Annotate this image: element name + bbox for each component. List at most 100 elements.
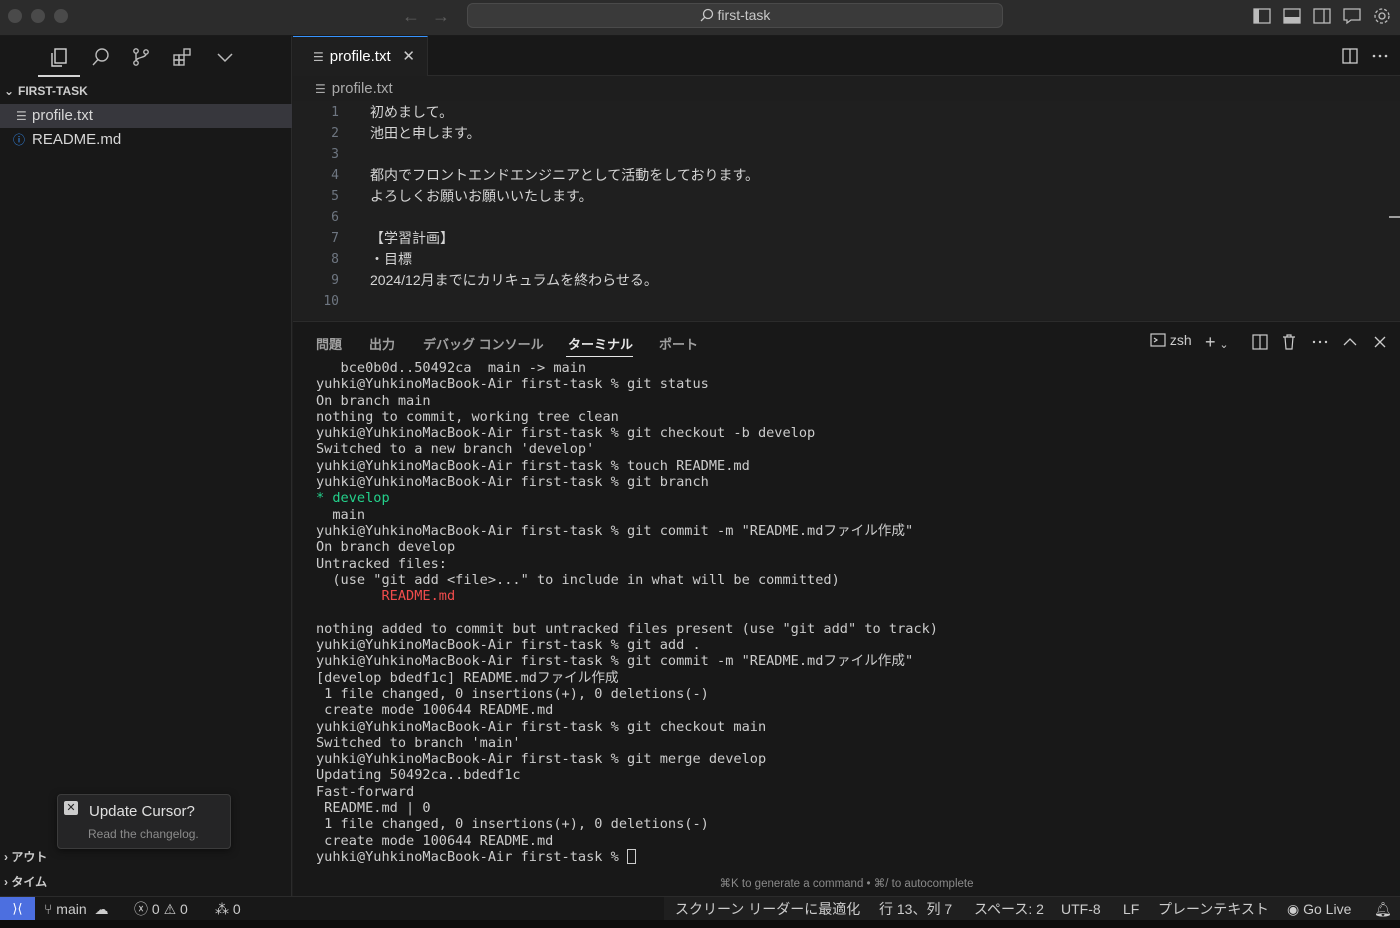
extensions-icon[interactable] — [171, 46, 193, 68]
editor-line: 7 【学習計画】 — [293, 228, 1293, 249]
terminal-line: Updating 50492ca..bdedf1c — [316, 767, 521, 784]
chevron-down-icon: ⌄ — [4, 84, 15, 98]
terminal-line-current-branch: * develop — [316, 490, 390, 507]
info-icon: ⓘ — [13, 133, 26, 147]
close-window-button[interactable] — [8, 9, 22, 23]
error-count: 0 — [151, 901, 160, 917]
go-live-label: Go Live — [1303, 901, 1352, 917]
chevron-down-icon[interactable] — [214, 46, 236, 68]
changelog-link[interactable]: Read the changelog. — [88, 827, 199, 841]
tab-output[interactable]: 出力 — [369, 334, 395, 353]
breadcrumb[interactable]: ☰ profile.txt — [293, 77, 393, 101]
close-panel-icon[interactable] — [1371, 332, 1389, 352]
scrollbar-marker[interactable] — [1389, 216, 1400, 218]
file-name: profile.txt — [32, 107, 93, 124]
lines-file-icon: ☰ — [313, 50, 324, 64]
close-icon[interactable]: ✕ — [64, 801, 78, 815]
tab-problems[interactable]: 問題 — [316, 334, 342, 353]
explorer-icon[interactable] — [48, 46, 70, 68]
code-editor[interactable]: 1 初めまして。 2 池田と申します。 3​ 4 都内でフロントエンドエンジニアとして… — [293, 101, 1400, 320]
feedback-icon[interactable] — [1342, 7, 1362, 25]
remote-indicator-icon[interactable]: ⟩⟨ — [0, 897, 35, 921]
terminal-line: On branch main — [316, 392, 431, 409]
file-item-readme-md[interactable]: ⓘ README.md — [0, 128, 292, 152]
chevron-right-icon: › — [4, 850, 8, 864]
search-icon[interactable] — [90, 46, 112, 68]
folder-name: FIRST-TASK — [18, 84, 88, 98]
editor-line: 10​ — [293, 291, 1293, 312]
split-editor-icon[interactable] — [1340, 46, 1360, 66]
lines-file-icon: ☰ — [16, 109, 27, 123]
search-icon — [700, 8, 713, 22]
cursor-position[interactable]: 行 13、列 7 — [879, 897, 952, 921]
screen-reader-mode[interactable]: スクリーン リーダーに最適化 — [675, 897, 860, 921]
more-actions-icon[interactable] — [1370, 46, 1390, 66]
terminal-line: yuhki@YuhkinoMacBook-Air first-task % to… — [316, 457, 750, 474]
line-text: 池田と申します。 — [370, 125, 481, 141]
go-live-button[interactable]: ◉ Go Live — [1287, 897, 1351, 921]
status-bar: ⟩⟨ ⑂ main ☁ ⓧ 0 ⚠ 0 ⁂ 0 スクリーン リーダーに最適化 行… — [0, 896, 1400, 921]
notifications-bell-icon[interactable]: 🔔︎ — [1374, 897, 1392, 921]
tab-terminal[interactable]: ターミナル — [568, 334, 633, 353]
end-of-line[interactable]: LF — [1123, 897, 1139, 921]
back-arrow-icon[interactable]: ← — [402, 6, 420, 27]
timeline-section[interactable]: › タイム — [0, 870, 292, 894]
minimize-window-button[interactable] — [31, 9, 45, 23]
outline-label: アウト — [11, 850, 48, 864]
line-number: 10 — [323, 294, 339, 309]
terminal-prompt-line[interactable]: yuhki@YuhkinoMacBook-Air first-task % — [316, 848, 1396, 865]
update-notification[interactable]: ✕ Update Cursor? Read the changelog. — [57, 794, 231, 849]
maximize-panel-icon[interactable] — [1341, 332, 1359, 352]
terminal-line: yuhki@YuhkinoMacBook-Air first-task % gi… — [316, 751, 767, 768]
branch-name: main — [56, 901, 87, 917]
notification-title: Update Cursor? — [89, 803, 195, 820]
file-item-profile-txt[interactable]: ☰ profile.txt — [0, 104, 292, 128]
language-mode[interactable]: プレーンテキスト — [1158, 897, 1269, 921]
error-icon: ⓧ — [134, 901, 148, 917]
settings-gear-icon[interactable] — [1372, 7, 1392, 25]
line-text: 初めまして。 — [370, 104, 454, 120]
editor-line: 8 ・目標 — [293, 249, 1293, 270]
shell-name: zsh — [1169, 332, 1192, 348]
line-text: よろしくお願いお願いいたします。 — [370, 188, 593, 204]
tab-debug-console[interactable]: デバッグ コンソール — [423, 334, 544, 353]
problems-indicator[interactable]: ⓧ 0 ⚠ 0 — [134, 897, 188, 921]
chevron-right-icon: › — [4, 875, 8, 889]
file-name: README.md — [32, 131, 122, 148]
encoding[interactable]: UTF-8 — [1061, 897, 1101, 921]
tab-profile-txt[interactable]: ☰ profile.txt ✕ — [293, 36, 428, 76]
branch-indicator[interactable]: ⑂ main ☁ — [44, 897, 109, 921]
ports-indicator[interactable]: ⁂ 0 — [215, 897, 241, 921]
editor-line: 2 池田と申します。 — [293, 123, 1293, 144]
indentation[interactable]: スペース: 2 — [974, 897, 1044, 921]
source-control-icon[interactable] — [130, 46, 152, 68]
toggle-secondary-sidebar-icon[interactable] — [1312, 7, 1332, 25]
split-terminal-icon[interactable] — [1251, 332, 1269, 352]
more-actions-icon[interactable] — [1311, 332, 1329, 352]
lines-file-icon: ☰ — [315, 82, 326, 96]
terminal-output[interactable]: bce0b0d..50492ca main -> main yuhki@Yuhki… — [316, 360, 1396, 865]
command-center-search[interactable]: first-task — [467, 3, 1003, 28]
forward-arrow-icon[interactable]: → — [432, 6, 450, 27]
breadcrumb-file: profile.txt — [331, 80, 393, 97]
terminal-line: 1 file changed, 0 insertions(+), 0 delet… — [316, 816, 709, 833]
terminal-line: yuhki@YuhkinoMacBook-Air first-task % gi… — [316, 425, 816, 442]
folder-header[interactable]: ⌄ FIRST-TASK — [0, 80, 292, 102]
trash-icon[interactable] — [1280, 332, 1298, 352]
active-tab-indicator — [566, 356, 633, 357]
tab-ports[interactable]: ポート — [659, 334, 698, 353]
line-text: 2024/12月までにカリキュラムを終わらせる。 — [370, 272, 658, 288]
active-view-indicator — [38, 75, 80, 77]
terminal-shell-selector[interactable]: zsh — [1150, 332, 1192, 352]
close-icon[interactable]: ✕ — [402, 37, 415, 77]
terminal-line: main — [316, 506, 366, 523]
maximize-window-button[interactable] — [54, 9, 68, 23]
editor-line: 4 都内でフロントエンドエンジニアとして活動をしております。 — [293, 165, 1293, 186]
terminal-line: create mode 100644 README.md — [316, 832, 554, 849]
toggle-panel-icon[interactable] — [1282, 7, 1302, 25]
terminal-line: ​ — [316, 604, 1396, 620]
new-terminal-button[interactable]: + ⌄ — [1205, 332, 1229, 352]
terminal-line: nothing to commit, working tree clean — [316, 408, 619, 425]
tab-label: profile.txt — [329, 48, 391, 65]
toggle-sidebar-icon[interactable] — [1252, 7, 1272, 25]
